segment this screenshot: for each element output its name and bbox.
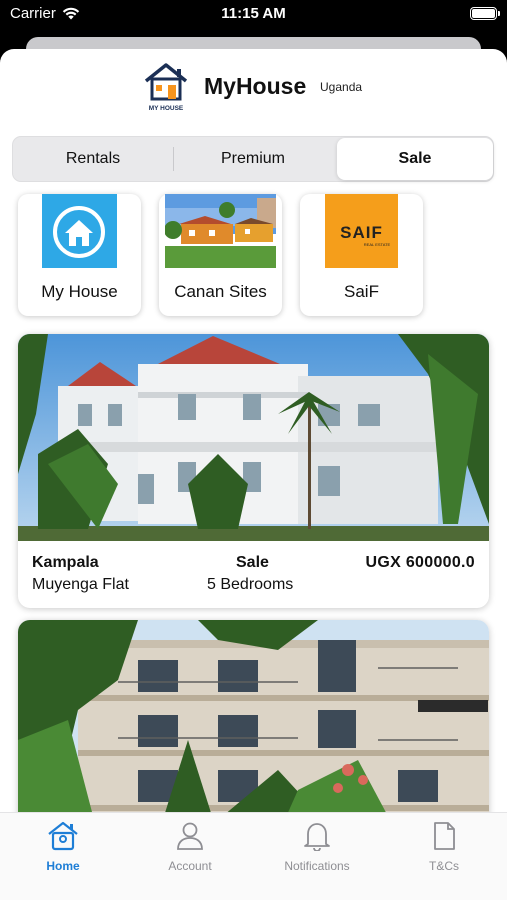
agent-card-saif[interactable]: SAIF REAL ESTATE SaiF (300, 194, 423, 316)
tab-label: Account (168, 859, 212, 873)
battery-fill (472, 9, 495, 18)
country-label: Uganda (320, 80, 363, 94)
listing-type: Sale (236, 554, 269, 571)
segment-sale[interactable]: Sale (337, 138, 493, 180)
tab-label: T&Cs (429, 859, 459, 873)
tab-notifications[interactable]: Notifications (254, 821, 380, 873)
tab-label: Notifications (284, 859, 350, 873)
agent-card-my-house[interactable]: My House (18, 194, 141, 316)
saif-logo: SAIF REAL ESTATE (340, 223, 391, 247)
logo-text: MY HOUSE (149, 105, 184, 112)
listing-card[interactable]: Kampala Muyenga Flat Sale 5 Bedrooms UGX… (18, 334, 489, 608)
listing-city: Kampala (32, 554, 99, 571)
document-icon (434, 822, 455, 850)
bell-icon (304, 823, 330, 851)
listing-place: Muyenga Flat (32, 576, 129, 593)
tab-label: Home (46, 859, 80, 873)
tab-terms[interactable]: T&Cs (381, 821, 507, 873)
battery-icon (470, 7, 500, 20)
listing-photo (18, 620, 489, 835)
tab-account[interactable]: Account (127, 821, 253, 873)
main-sheet: MY HOUSE MyHouse Uganda Rentals Premium … (0, 49, 507, 900)
agent-name: SaiF (344, 282, 379, 301)
status-bar: Carrier 11:15 AM (0, 0, 507, 30)
app-title: MyHouse (204, 73, 307, 99)
agent-list: My House Canan Sites SAIF REAL ESTATE Sa… (18, 194, 507, 318)
agent-name: My House (41, 282, 118, 301)
app-header: MY HOUSE MyHouse Uganda (0, 61, 507, 117)
svg-text:SAIF: SAIF (340, 223, 383, 242)
listing-info: Kampala Muyenga Flat Sale 5 Bedrooms UGX… (18, 554, 489, 604)
agent-card-canan-sites[interactable]: Canan Sites (159, 194, 282, 316)
listing-photo (18, 334, 489, 541)
person-icon (177, 822, 203, 850)
home-icon (48, 821, 78, 851)
svg-text:REAL ESTATE: REAL ESTATE (364, 242, 391, 247)
tab-home[interactable]: Home (0, 821, 126, 873)
listing-bedrooms: 5 Bedrooms (207, 576, 294, 593)
saif-logo-tile: SAIF REAL ESTATE (325, 194, 398, 268)
clock: 11:15 AM (221, 5, 286, 22)
category-segmented-control: Rentals Premium Sale (12, 136, 494, 182)
house-icon (53, 206, 105, 258)
segment-rentals[interactable]: Rentals (13, 137, 173, 181)
agent-name: Canan Sites (174, 282, 267, 301)
myhouse-logo: MY HOUSE (144, 63, 188, 112)
segment-premium[interactable]: Premium (173, 137, 333, 181)
canan-sites-photo (165, 194, 276, 268)
tab-bar: Home Account Notifications T&Cs (0, 812, 507, 900)
listing-price: UGX 600000.0 (365, 554, 475, 571)
my-house-thumbnail (42, 194, 117, 268)
